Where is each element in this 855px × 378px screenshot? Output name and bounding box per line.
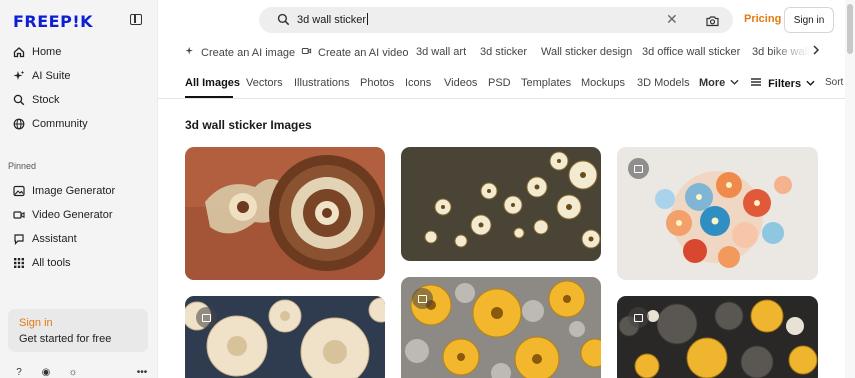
filters-button[interactable]: Filters [751, 77, 815, 90]
pricing-link[interactable]: Pricing [744, 13, 781, 25]
more-icon[interactable]: ••• [136, 367, 148, 378]
image-icon [13, 185, 25, 197]
sparkle-icon [13, 70, 25, 82]
sidebar-item-image-generator[interactable]: Image Generator [13, 181, 115, 201]
chevron-down-icon [804, 78, 815, 90]
tab-all-images[interactable]: All Images [185, 77, 240, 89]
suggestions-fade [770, 40, 810, 62]
sidebar-item-label: Community [32, 118, 88, 130]
suggestion-3d-wall-art[interactable]: 3d wall art [416, 46, 466, 58]
chevron-down-icon [728, 77, 739, 89]
sidebar-bottom-icons: ? ◉ ☼ ••• [13, 367, 163, 378]
sidebar-item-label: Video Generator [32, 209, 113, 221]
tab-templates[interactable]: Templates [521, 77, 571, 89]
ai-generated-badge-icon [628, 307, 649, 328]
grid-icon [13, 257, 25, 269]
pinned-section-label: Pinned [8, 161, 37, 171]
ai-generated-badge-icon [412, 288, 433, 309]
filters-icon [751, 78, 768, 90]
search-icon [277, 13, 290, 31]
result-image-5[interactable] [401, 277, 601, 378]
sidebar-item-ai-suite[interactable]: AI Suite [13, 66, 71, 86]
sidebar: FREEP!K Home AI Suite Stock Community Pi… [0, 0, 158, 378]
ai-generated-badge-icon [196, 307, 217, 328]
signin-card[interactable]: Sign in Get started for free [8, 309, 148, 352]
video-icon [13, 209, 25, 221]
signin-card-title[interactable]: Sign in [19, 317, 53, 329]
video-icon [301, 46, 312, 59]
sidebar-item-label: AI Suite [32, 70, 71, 82]
signin-button[interactable]: Sign in [784, 7, 834, 33]
search-icon [13, 94, 25, 106]
suggestion-wall-sticker-design[interactable]: Wall sticker design [541, 46, 632, 58]
sidebar-item-assistant[interactable]: Assistant [13, 229, 77, 249]
sidebar-item-label: Home [32, 46, 62, 58]
sidebar-item-label: Stock [32, 94, 60, 106]
chevron-right-icon[interactable] [807, 42, 825, 60]
tab-vectors[interactable]: Vectors [246, 77, 283, 89]
signin-card-subtitle: Get started for free [19, 333, 112, 345]
tab-videos[interactable]: Videos [444, 77, 477, 89]
freepik-logo[interactable]: FREEP!K [13, 12, 93, 31]
sidebar-item-label: Assistant [32, 233, 77, 245]
suggestion-label: Create an AI video [318, 46, 409, 59]
result-image-6[interactable] [617, 296, 818, 378]
result-image-3[interactable] [617, 147, 818, 280]
sidebar-item-community[interactable]: Community [13, 114, 88, 134]
sidebar-item-video-generator[interactable]: Video Generator [13, 205, 113, 225]
ai-generated-badge-icon [628, 158, 649, 179]
more-tabs-dropdown[interactable]: More [699, 77, 739, 89]
sidebar-item-label: All tools [32, 257, 71, 269]
suggestion-label: Create an AI image [201, 46, 296, 59]
tabs-divider [158, 98, 855, 99]
scrollbar-thumb[interactable] [847, 4, 853, 54]
sidebar-item-stock[interactable]: Stock [13, 90, 60, 110]
result-image-1[interactable] [185, 147, 385, 280]
results-heading: 3d wall sticker Images [185, 118, 312, 132]
result-image-4[interactable] [185, 296, 385, 378]
sort-dropdown[interactable]: Sort [825, 77, 843, 88]
sidebar-item-label: Image Generator [32, 185, 116, 197]
home-icon [13, 46, 25, 58]
tab-mockups[interactable]: Mockups [581, 77, 625, 89]
more-label: More [699, 77, 726, 89]
globe-icon [13, 118, 25, 130]
clear-search-icon[interactable]: ✕ [666, 11, 678, 28]
search-input[interactable]: 3d wall sticker [297, 13, 369, 26]
search-bar[interactable]: 3d wall sticker ✕ [259, 7, 733, 33]
sidebar-item-home[interactable]: Home [13, 42, 61, 62]
tab-illustrations[interactable]: Illustrations [294, 77, 350, 89]
sparkle-icon [185, 46, 195, 59]
suggestion-create-ai-video[interactable]: Create an AI video [301, 46, 409, 59]
suggestion-3d-sticker[interactable]: 3d sticker [480, 46, 527, 58]
help-icon[interactable]: ? [13, 367, 25, 378]
discord-icon[interactable]: ◉ [40, 367, 52, 378]
collapse-sidebar-icon[interactable] [130, 14, 142, 25]
result-image-2[interactable] [401, 147, 601, 261]
suggestion-3d-office-wall-sticker[interactable]: 3d office wall sticker [642, 46, 740, 58]
tab-3d-models[interactable]: 3D Models [637, 77, 690, 89]
tab-psd[interactable]: PSD [488, 77, 511, 89]
tab-icons[interactable]: Icons [405, 77, 431, 89]
sidebar-item-all-tools[interactable]: All tools [13, 253, 71, 273]
scrollbar-track[interactable] [845, 0, 855, 378]
suggestion-create-ai-image[interactable]: Create an AI image [185, 46, 295, 59]
chat-icon [13, 233, 25, 245]
theme-icon[interactable]: ☼ [67, 367, 79, 378]
filters-label: Filters [768, 78, 802, 90]
tab-photos[interactable]: Photos [360, 77, 394, 89]
camera-search-icon[interactable] [706, 14, 719, 32]
